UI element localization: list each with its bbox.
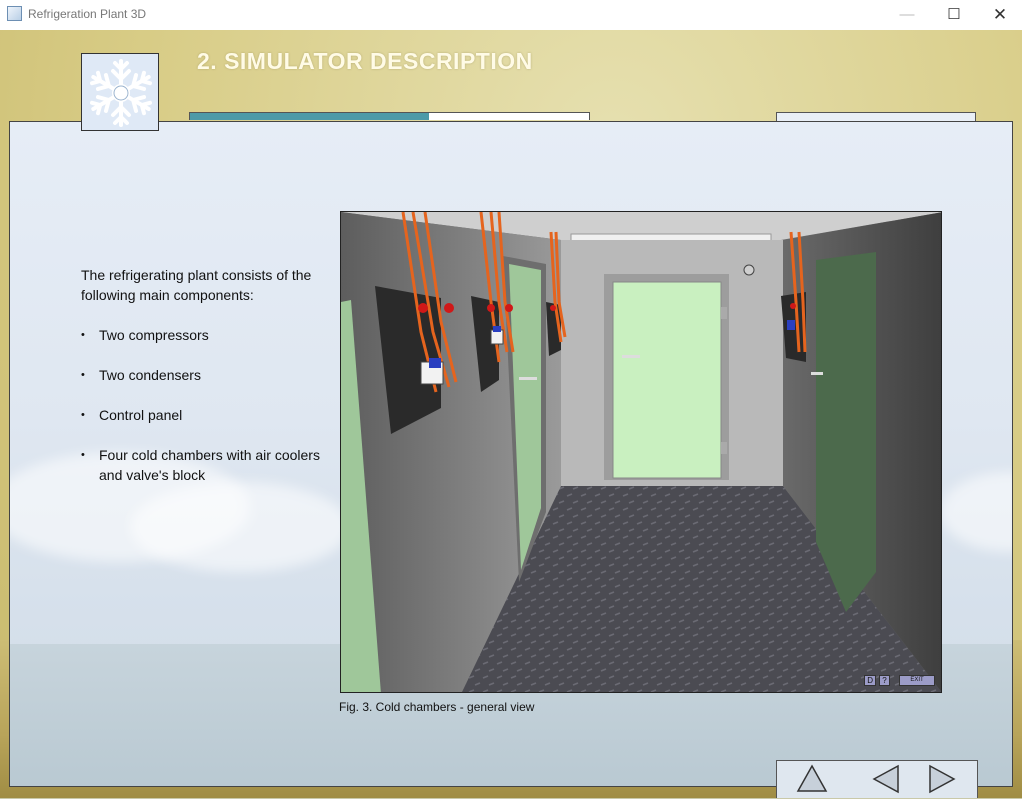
background-cloud [940, 472, 1012, 552]
progress-bar [189, 112, 590, 120]
up-triangle-icon[interactable] [796, 764, 828, 794]
right-triangle-icon[interactable] [926, 764, 958, 794]
window-title: Refrigeration Plant 3D [28, 7, 147, 21]
intro-text: The refrigerating plant consists of the … [81, 267, 312, 303]
progress-bar-fill [190, 113, 430, 120]
minimize-icon[interactable]: — [884, 0, 930, 30]
page-title: 2. SIMULATOR DESCRIPTION [197, 48, 533, 74]
figure-controls: D ? EXIT [864, 675, 935, 686]
figure-caption: Fig. 3. Cold chambers - general view [339, 700, 535, 714]
components-list: Two compressors Two condensers Control p… [81, 325, 321, 505]
cold-chambers-figure: D ? EXIT [340, 211, 942, 693]
window-titlebar: Refrigeration Plant 3D — ☐ ✕ [0, 0, 1022, 31]
maximize-icon[interactable]: ☐ [931, 0, 977, 30]
d-button[interactable]: D [864, 675, 876, 686]
app-icon [7, 6, 22, 21]
snowflake-icon [81, 53, 159, 131]
list-item: Four cold chambers with air coolers and … [81, 445, 321, 485]
cold-chambers-render [341, 212, 941, 692]
list-item: Two condensers [81, 365, 321, 385]
exit-button[interactable]: EXIT [899, 675, 935, 686]
help-button[interactable]: ? [879, 675, 890, 686]
list-item: Two compressors [81, 325, 321, 345]
close-icon[interactable]: ✕ [977, 0, 1022, 30]
left-triangle-icon[interactable] [870, 764, 902, 794]
list-item: Control panel [81, 405, 321, 425]
